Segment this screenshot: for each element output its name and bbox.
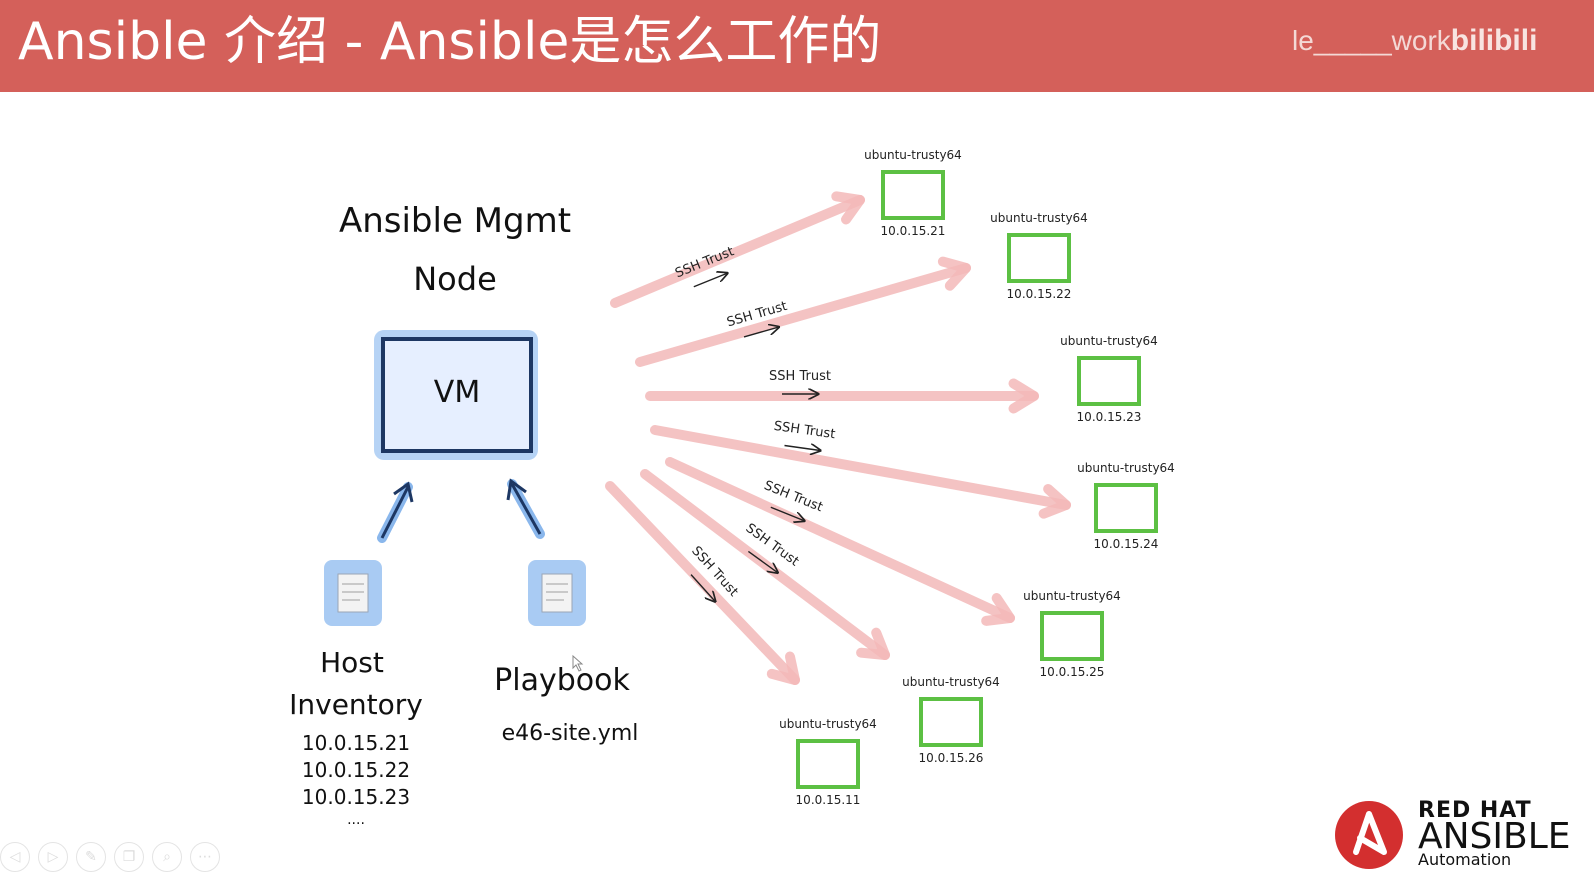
managed-nodes: ubuntu-trusty6410.0.15.21ubuntu-trusty64… bbox=[779, 148, 1175, 807]
ssh-connection-1: SSH Trust bbox=[610, 191, 865, 308]
host-inventory-file-icon bbox=[324, 560, 382, 626]
playbook-to-vm-arrow bbox=[506, 478, 545, 539]
ssh-connection-line bbox=[610, 195, 865, 308]
node-ip: 10.0.15.26 bbox=[919, 751, 984, 765]
node-box bbox=[1094, 483, 1158, 533]
managed-node-2: ubuntu-trusty64 10.0.15.22 bbox=[990, 211, 1088, 301]
ssh-trust-label: SSH Trust bbox=[769, 369, 831, 384]
copy-icon[interactable]: ❐ bbox=[114, 842, 144, 872]
node-hostname: ubuntu-trusty64 bbox=[1060, 334, 1158, 348]
mgmt-node-label-line1: Ansible Mgmt bbox=[339, 201, 571, 241]
node-hostname: ubuntu-trusty64 bbox=[864, 148, 962, 162]
node-ip: 10.0.15.23 bbox=[1077, 410, 1142, 424]
prev-icon[interactable]: ◁ bbox=[0, 842, 30, 872]
node-hostname: ubuntu-trusty64 bbox=[1023, 589, 1121, 603]
inventory-host-1: 10.0.15.21 bbox=[302, 731, 410, 755]
zoom-icon[interactable]: ⌕ bbox=[152, 842, 182, 872]
play-icon[interactable]: ▷ bbox=[38, 842, 68, 872]
playbook-file-icon bbox=[528, 560, 586, 626]
ssh-trust-label: SSH Trust bbox=[673, 244, 736, 281]
node-hostname: ubuntu-trusty64 bbox=[1077, 461, 1175, 475]
playbook-label: Playbook bbox=[494, 663, 630, 698]
inventory-more: .... bbox=[347, 812, 365, 828]
managed-node-3: ubuntu-trusty64 10.0.15.23 bbox=[1060, 334, 1158, 424]
pen-icon[interactable]: ✎ bbox=[76, 842, 106, 872]
managed-node-4: ubuntu-trusty64 10.0.15.24 bbox=[1077, 461, 1175, 551]
node-box bbox=[1077, 356, 1141, 406]
playbook-file-name: e46-site.yml bbox=[502, 721, 639, 746]
node-hostname: ubuntu-trusty64 bbox=[902, 675, 1000, 689]
vm-box: VM bbox=[374, 330, 538, 460]
ssh-direction-arrow bbox=[693, 273, 727, 288]
more-icon[interactable]: ⋯ bbox=[190, 842, 220, 872]
connection-lines: SSH TrustSSH TrustSSH TrustSSH TrustSSH … bbox=[605, 191, 1071, 685]
presentation-toolbar: ◁ ▷ ✎ ❐ ⌕ ⋯ bbox=[0, 842, 220, 874]
managed-node-6: ubuntu-trusty64 10.0.15.26 bbox=[902, 675, 1000, 765]
node-box bbox=[1007, 233, 1071, 283]
inventory-to-vm-arrow bbox=[377, 481, 414, 543]
red-hat-ansible-logo: RED HAT ANSIBLE Automation bbox=[1334, 798, 1584, 870]
inventory-host-3: 10.0.15.23 bbox=[302, 785, 410, 809]
node-hostname: ubuntu-trusty64 bbox=[990, 211, 1088, 225]
node-box bbox=[881, 170, 945, 220]
inventory-host-2: 10.0.15.22 bbox=[302, 758, 410, 782]
host-inventory-label-line1: Host bbox=[320, 646, 384, 679]
ansible-architecture-diagram: SSH TrustSSH TrustSSH TrustSSH TrustSSH … bbox=[289, 148, 1175, 828]
ssh-connection-4: SSH Trust bbox=[650, 419, 1071, 519]
node-ip: 10.0.15.25 bbox=[1040, 665, 1105, 679]
node-ip: 10.0.15.24 bbox=[1094, 537, 1159, 551]
ssh-trust-label: SSH Trust bbox=[743, 521, 802, 570]
ssh-connection-line bbox=[650, 425, 1071, 510]
node-ip: 10.0.15.22 bbox=[1007, 287, 1072, 301]
host-inventory-label-line2: Inventory bbox=[289, 688, 423, 721]
ssh-connection-line bbox=[635, 263, 971, 367]
managed-node-5: ubuntu-trusty64 10.0.15.25 bbox=[1023, 589, 1121, 679]
mgmt-node-label-line2: Node bbox=[413, 260, 497, 298]
managed-node-1: ubuntu-trusty64 10.0.15.21 bbox=[864, 148, 962, 238]
node-box bbox=[1040, 611, 1104, 661]
managed-node-7: ubuntu-trusty64 10.0.15.11 bbox=[779, 717, 877, 807]
node-box bbox=[919, 697, 983, 747]
brand-automation: Automation bbox=[1418, 850, 1512, 869]
node-hostname: ubuntu-trusty64 bbox=[779, 717, 877, 731]
node-ip: 10.0.15.11 bbox=[796, 793, 861, 807]
ssh-trust-label: SSH Trust bbox=[773, 419, 836, 442]
node-box bbox=[796, 739, 860, 789]
ansible-logo-icon bbox=[1335, 801, 1403, 869]
ssh-connection-3: SSH Trust bbox=[645, 369, 1039, 414]
vm-label: VM bbox=[434, 375, 480, 410]
node-ip: 10.0.15.21 bbox=[881, 224, 946, 238]
